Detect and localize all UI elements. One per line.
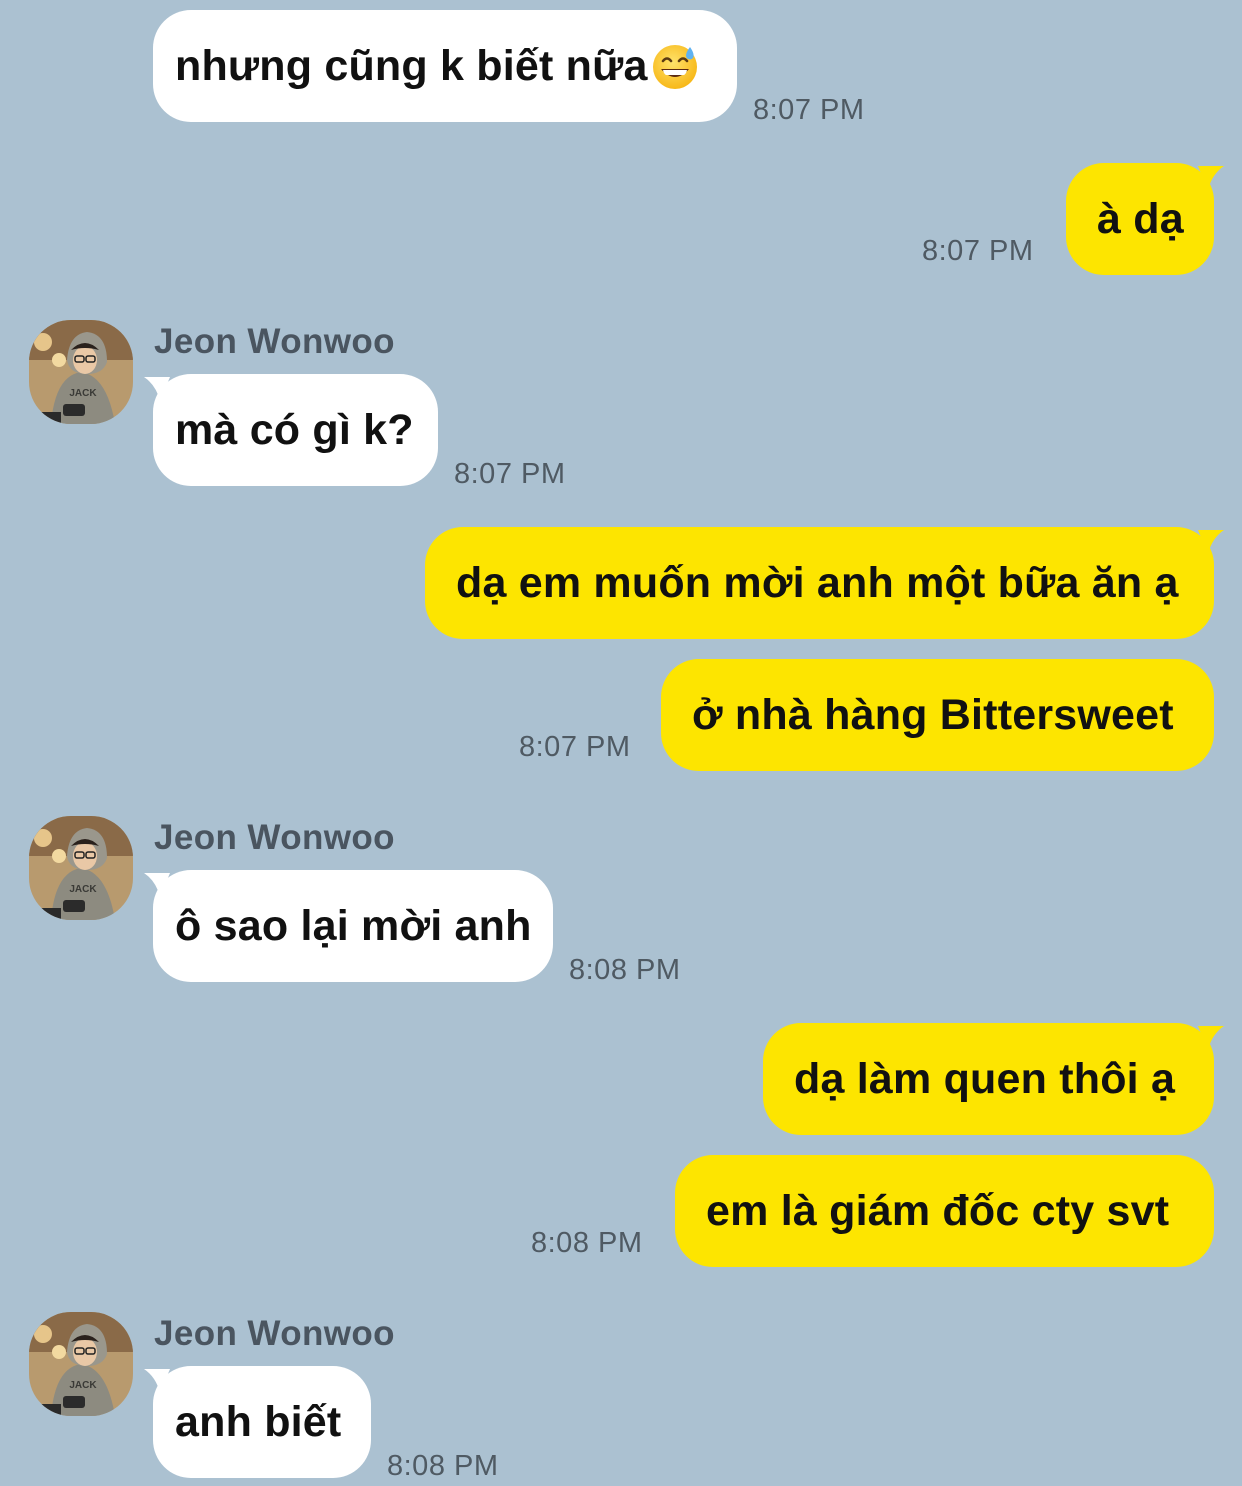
message-text: em là giám đốc cty svt: [706, 1186, 1170, 1235]
message-timestamp: 8:08 PM: [387, 1450, 499, 1482]
message-text: anh biết: [175, 1397, 342, 1446]
sender-name: Jeon Wonwoo: [154, 818, 395, 857]
profile-photo: JACK: [29, 320, 133, 424]
svg-text:JACK: JACK: [69, 1380, 97, 1391]
message-text: dạ em muốn mời anh một bữa ăn ạ: [456, 558, 1179, 607]
message-text: ô sao lại mời anh: [175, 901, 532, 950]
chat-area[interactable]: nhưng cũng k biết nữa 8:07 PM à dạ 8:07 …: [0, 0, 1242, 1486]
svg-text:JACK: JACK: [69, 884, 97, 895]
bubble-tail: [1198, 1026, 1224, 1050]
sender-name: Jeon Wonwoo: [154, 1314, 395, 1353]
incoming-message-bubble[interactable]: ô sao lại mời anh: [144, 870, 553, 982]
profile-photo: JACK: [29, 816, 133, 920]
avatar[interactable]: JACK: [29, 320, 133, 424]
message-timestamp: 8:07 PM: [922, 235, 1034, 267]
message-text: dạ làm quen thôi ạ: [794, 1054, 1176, 1103]
outgoing-message-bubble[interactable]: em là giám đốc cty svt: [675, 1155, 1214, 1267]
message-timestamp: 8:07 PM: [454, 458, 566, 490]
incoming-message-bubble[interactable]: mà có gì k?: [144, 374, 438, 486]
outgoing-message-bubble[interactable]: à dạ: [1066, 163, 1224, 275]
bubble-tail: [1198, 166, 1224, 190]
incoming-message-bubble[interactable]: nhưng cũng k biết nữa: [153, 10, 737, 122]
outgoing-message-bubble[interactable]: ở nhà hàng Bittersweet: [661, 659, 1214, 771]
avatar[interactable]: JACK: [29, 1312, 133, 1416]
message-timestamp: 8:07 PM: [753, 94, 865, 126]
bubble-tail: [1198, 530, 1224, 554]
outgoing-message-bubble[interactable]: dạ làm quen thôi ạ: [763, 1023, 1224, 1135]
profile-photo: JACK: [29, 1312, 133, 1416]
message-text: mà có gì k?: [175, 405, 414, 454]
svg-text:JACK: JACK: [69, 388, 97, 399]
avatar[interactable]: JACK: [29, 816, 133, 920]
bubble-tail: [144, 377, 170, 401]
message-text: ở nhà hàng Bittersweet: [692, 690, 1174, 739]
incoming-message-bubble[interactable]: anh biết: [144, 1366, 371, 1478]
grinning-sweat-emoji-icon: [652, 45, 697, 89]
message-text: à dạ: [1097, 194, 1184, 243]
bubble-tail: [144, 873, 170, 897]
message-timestamp: 8:08 PM: [531, 1227, 643, 1259]
message-timestamp: 8:08 PM: [569, 954, 681, 986]
message-text: nhưng cũng k biết nữa: [175, 41, 648, 90]
sender-name: Jeon Wonwoo: [154, 322, 395, 361]
bubble-tail: [144, 1369, 170, 1393]
message-timestamp: 8:07 PM: [519, 731, 631, 763]
outgoing-message-bubble[interactable]: dạ em muốn mời anh một bữa ăn ạ: [425, 527, 1224, 639]
